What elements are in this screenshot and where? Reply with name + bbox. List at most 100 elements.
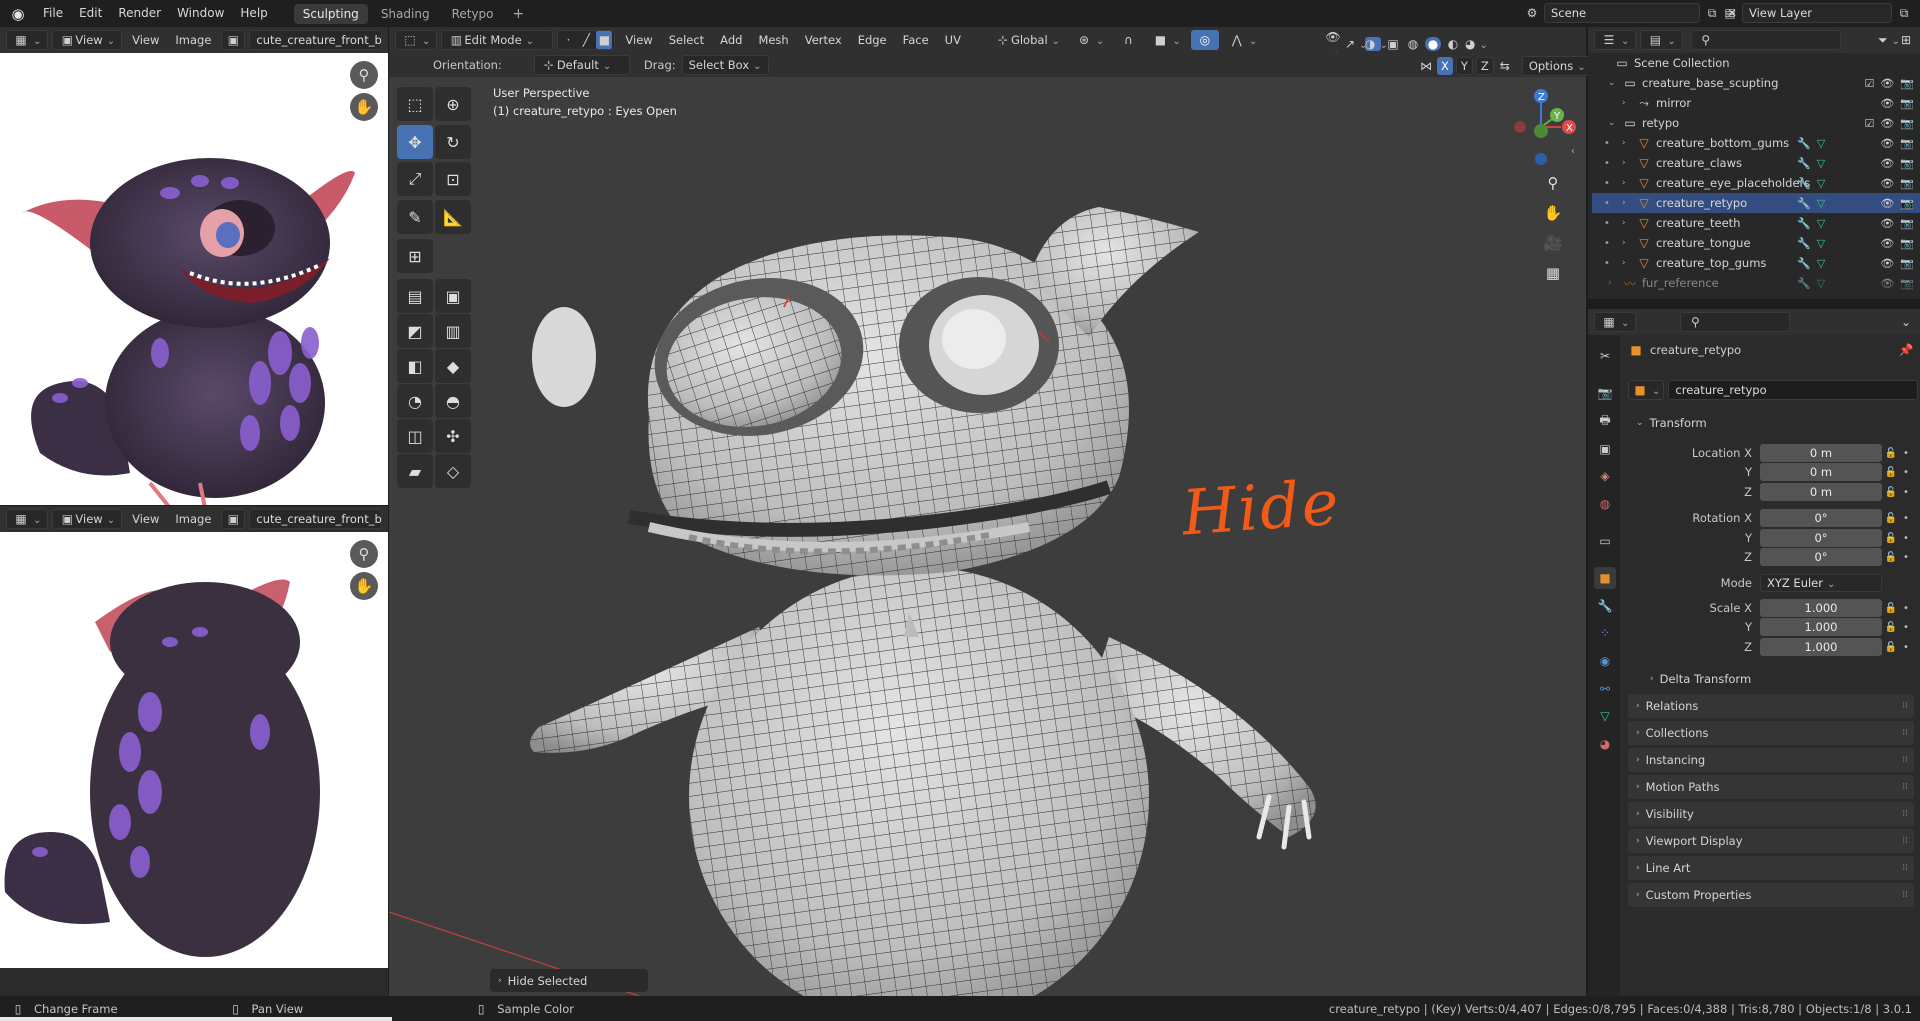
- camera-icon[interactable]: 📷: [1900, 257, 1914, 270]
- eye-icon[interactable]: 👁: [1880, 157, 1894, 170]
- data-tab-icon[interactable]: ▽: [1594, 705, 1616, 727]
- editor-type-button[interactable]: ☰: [1594, 30, 1637, 50]
- output-tab-icon[interactable]: 🖶: [1594, 410, 1616, 432]
- camera-icon[interactable]: 📷: [1900, 157, 1914, 170]
- properties-section[interactable]: › Instancing ⁞⁞: [1628, 748, 1914, 772]
- outliner-item[interactable]: • › ▽ creature_eye_placeholders 👁 📷 🔧 ▽: [1592, 173, 1920, 193]
- expand-chevron-icon[interactable]: ›: [1622, 98, 1636, 108]
- camera-icon[interactable]: 📷: [1900, 117, 1914, 130]
- camera-icon[interactable]: 📷: [1900, 97, 1914, 110]
- zoom-icon[interactable]: ⚲: [350, 61, 378, 89]
- menu-view[interactable]: View: [619, 30, 658, 50]
- zoom-icon[interactable]: ⚲: [350, 540, 378, 568]
- extrude-region-tool-icon[interactable]: ▤: [397, 279, 433, 313]
- add-cube-tool-icon[interactable]: ⊞: [397, 239, 433, 273]
- lock-icon[interactable]: 🔓: [1882, 642, 1900, 653]
- menu-vertex[interactable]: Vertex: [799, 30, 848, 50]
- eye-icon[interactable]: 👁: [1880, 97, 1894, 110]
- outliner-item[interactable]: ⌄ ▭ retypo ☑ 👁 📷: [1592, 113, 1920, 133]
- drag-handle-icon[interactable]: ⁞⁞: [1902, 755, 1908, 765]
- measure-tool-icon[interactable]: 📐: [435, 200, 471, 234]
- properties-section[interactable]: › Motion Paths ⁞⁞: [1628, 775, 1914, 799]
- keyframe-dot-icon[interactable]: •: [1900, 467, 1912, 478]
- checkbox-icon[interactable]: ☑: [1864, 117, 1874, 130]
- proportional-edit-toggle[interactable]: ◎: [1190, 30, 1219, 50]
- world-tab-icon[interactable]: ◍: [1594, 493, 1616, 515]
- lock-icon[interactable]: 🔓: [1882, 467, 1900, 478]
- drag-handle-icon[interactable]: ⁞⁞: [1902, 728, 1908, 738]
- eye-icon[interactable]: 👁: [1880, 217, 1894, 230]
- rip-region-tool-icon[interactable]: ◇: [435, 454, 471, 488]
- solid-shading-icon[interactable]: ●: [1425, 37, 1441, 51]
- wrench-icon[interactable]: 🔧: [1797, 137, 1811, 150]
- collection-tab-icon[interactable]: ▭: [1594, 530, 1616, 552]
- camera-icon[interactable]: 📷: [1900, 177, 1914, 190]
- keyframe-dot-icon[interactable]: •: [1900, 533, 1912, 544]
- properties-section[interactable]: › Custom Properties ⁞⁞: [1628, 883, 1914, 907]
- menu-image[interactable]: Image: [169, 509, 217, 529]
- visibility-dot-icon[interactable]: •: [1592, 178, 1622, 189]
- scale-y-field[interactable]: 1.000: [1760, 618, 1882, 636]
- scale-x-field[interactable]: 1.000: [1760, 599, 1882, 617]
- drag-handle-icon[interactable]: ⁞⁞: [1902, 701, 1908, 711]
- filter-icon[interactable]: ⏷: [1878, 33, 1894, 48]
- camera-icon[interactable]: 📷: [1900, 77, 1914, 90]
- drag-handle-icon[interactable]: ⁞⁞: [1902, 809, 1908, 819]
- keyframe-dot-icon[interactable]: •: [1900, 487, 1912, 498]
- mesh-data-icon[interactable]: ▽: [1817, 237, 1825, 250]
- outliner-scene-collection[interactable]: ▭ Scene Collection: [1592, 53, 1920, 73]
- keyframe-dot-icon[interactable]: •: [1900, 642, 1912, 653]
- keyframe-dot-icon[interactable]: •: [1900, 603, 1912, 614]
- mesh-data-icon[interactable]: ▽: [1817, 257, 1825, 270]
- image-editor-top-view[interactable]: ⚲ ✋: [0, 53, 388, 505]
- expand-chevron-icon[interactable]: ⌄: [1608, 118, 1622, 128]
- browse-image-button[interactable]: ▣: [221, 509, 246, 529]
- editor-type-button[interactable]: ▦: [6, 30, 49, 50]
- object-name-field[interactable]: creature_retypo: [1668, 380, 1919, 400]
- outliner-item[interactable]: › ⤳ mirror 👁 📷: [1592, 93, 1920, 113]
- spin-tool-icon[interactable]: ◔: [397, 384, 433, 418]
- mirror-z-toggle[interactable]: Z: [1475, 57, 1494, 75]
- pan-hand-icon[interactable]: ✋: [1539, 199, 1567, 227]
- tab-shading[interactable]: Shading: [372, 4, 439, 24]
- wrench-icon[interactable]: 🔧: [1797, 157, 1811, 170]
- ortho-grid-icon[interactable]: ▦: [1539, 259, 1567, 287]
- eye-icon[interactable]: 👁: [1880, 77, 1894, 90]
- material-shading-icon[interactable]: ◐: [1445, 37, 1461, 51]
- mesh-data-icon[interactable]: ▽: [1817, 197, 1825, 210]
- knife-tool-icon[interactable]: ◧: [397, 349, 433, 383]
- visibility-dot-icon[interactable]: •: [1592, 158, 1622, 169]
- transform-section-header[interactable]: ⌄ Transform: [1628, 411, 1914, 435]
- keyframe-dot-icon[interactable]: •: [1900, 513, 1912, 524]
- editor-type-button[interactable]: ⬚: [395, 30, 438, 50]
- wrench-icon[interactable]: 🔧: [1797, 257, 1811, 270]
- visibility-dot-icon[interactable]: •: [1592, 258, 1622, 269]
- wrench-icon[interactable]: 🔧: [1797, 277, 1811, 290]
- new-collection-icon[interactable]: ⊞: [1898, 33, 1914, 47]
- tab-retypo[interactable]: Retypo: [443, 4, 503, 24]
- image-name-field[interactable]: cute_creature_front_back.: [249, 509, 382, 529]
- sidebar-toggle-icon[interactable]: ‹: [1559, 137, 1586, 165]
- eye-icon[interactable]: 👁: [1880, 177, 1894, 190]
- lock-icon[interactable]: 🔓: [1882, 622, 1900, 633]
- browse-image-button[interactable]: ▣: [221, 30, 246, 50]
- menu-image[interactable]: Image: [169, 30, 217, 50]
- properties-section[interactable]: › Visibility ⁞⁞: [1628, 802, 1914, 826]
- menu-file[interactable]: File: [35, 0, 71, 27]
- lock-icon[interactable]: 🔓: [1882, 448, 1900, 459]
- shrink-fatten-tool-icon[interactable]: ✣: [435, 419, 471, 453]
- menu-window[interactable]: Window: [169, 0, 232, 27]
- outliner-item[interactable]: ⌄ ▭ creature_base_scupting ☑ 👁 📷: [1592, 73, 1920, 93]
- particles-tab-icon[interactable]: ⁘: [1594, 622, 1616, 644]
- image-name-field[interactable]: cute_creature_front_back.: [249, 30, 382, 50]
- view-layer-field[interactable]: View Layer: [1742, 3, 1892, 23]
- menu-edit[interactable]: Edit: [71, 0, 110, 27]
- mesh-data-icon[interactable]: ▽: [1817, 177, 1825, 190]
- view-mode-dropdown[interactable]: ▣ View: [52, 509, 123, 529]
- properties-section[interactable]: › Line Art ⁞⁞: [1628, 856, 1914, 880]
- expand-chevron-icon[interactable]: ›: [1622, 138, 1636, 148]
- wrench-icon[interactable]: 🔧: [1797, 217, 1811, 230]
- wrench-icon[interactable]: 🔧: [1797, 197, 1811, 210]
- lock-icon[interactable]: 🔓: [1882, 533, 1900, 544]
- camera-icon[interactable]: 📷: [1900, 137, 1914, 150]
